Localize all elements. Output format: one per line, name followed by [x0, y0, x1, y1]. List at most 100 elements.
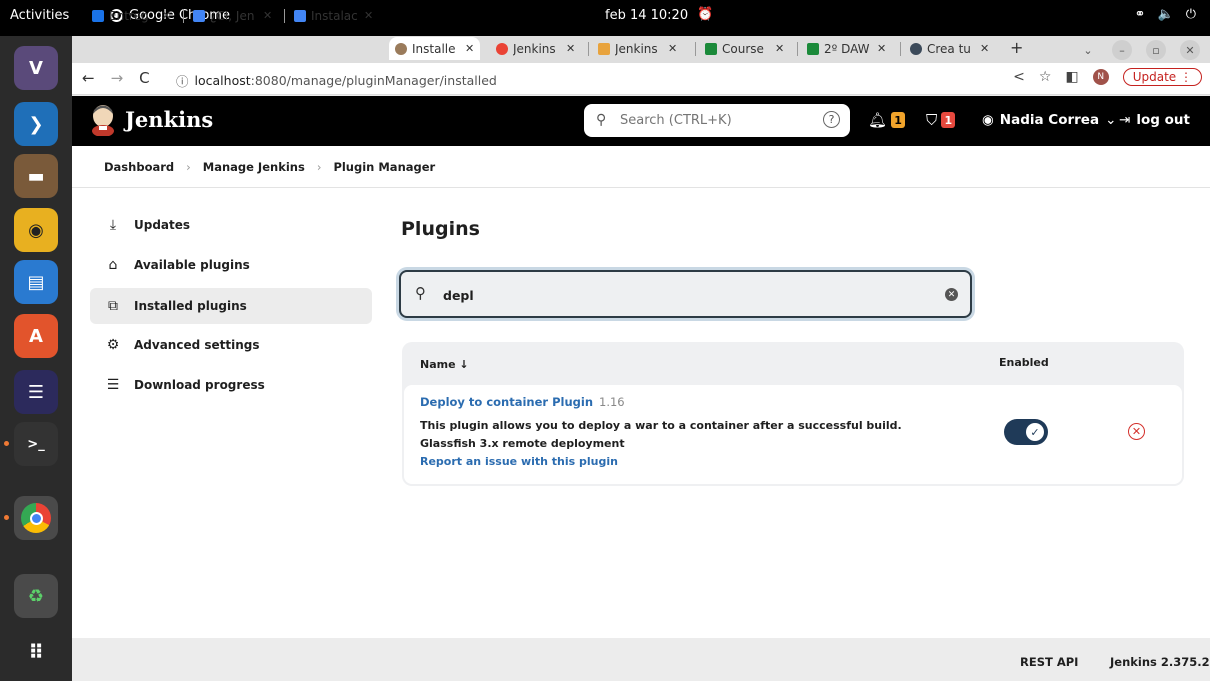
breadcrumb-manage-jenkins[interactable]: Manage Jenkins [203, 160, 305, 174]
tab-search-icon[interactable]: ⌄ [1078, 40, 1098, 60]
tab-favicon-icon [92, 9, 104, 22]
shopping-bag-icon: ⌂ [108, 257, 118, 273]
breadcrumb: Dashboard › Manage Jenkins › Plugin Mana… [72, 146, 1210, 188]
minimize-button[interactable]: – [1112, 40, 1132, 60]
search-input[interactable] [620, 111, 810, 130]
browser-tab[interactable]: Entreg ✕ [86, 4, 177, 27]
close-icon[interactable]: ✕ [465, 42, 474, 55]
grid-icon: ⠿ [28, 640, 44, 664]
page-title: Plugins [401, 218, 480, 240]
rest-api-link[interactable]: REST API [1020, 655, 1078, 669]
close-icon[interactable]: ✕ [364, 9, 373, 22]
network-icon: ⚭ [1134, 7, 1146, 22]
table-row: Deploy to container Plugin 1.16 This plug… [404, 385, 1182, 484]
bookmark-star-icon[interactable]: ☆ [1039, 69, 1052, 85]
jenkins-version-link[interactable]: Jenkins 2.375.2 [1110, 655, 1210, 669]
new-tab-button[interactable]: + [1010, 38, 1023, 57]
close-icon[interactable]: ✕ [775, 42, 784, 55]
tab-favicon-icon [193, 9, 205, 22]
close-icon[interactable]: ✕ [263, 9, 272, 22]
list-icon: ☰ [106, 377, 120, 393]
url-field[interactable]: ⓘ localhost:8080/manage/pluginManager/in… [176, 71, 497, 90]
back-arrow-icon[interactable]: ← [82, 69, 95, 87]
browser-tab[interactable]: 2º DAW ✕ [801, 37, 892, 60]
browser-tab[interactable]: Jenkins ✕ [592, 37, 683, 60]
running-indicator [4, 515, 9, 520]
dock-app-rhythmbox[interactable]: ◉ [14, 208, 58, 252]
tab-favicon-icon [294, 9, 306, 22]
installed-plugins-table: Name ↓ Enabled Deploy to container Plugi… [402, 342, 1184, 486]
sidebar-item-download-progress[interactable]: ☰ Download progress [90, 367, 372, 403]
sidebar-item-updates[interactable]: ⤓ Updates [90, 207, 372, 243]
jenkins-favicon-icon [395, 42, 407, 55]
clock[interactable]: feb 14 10:20 [605, 8, 688, 23]
dock-app-chrome[interactable] [4, 496, 58, 540]
maximize-button[interactable]: ▫ [1146, 40, 1166, 60]
help-icon[interactable]: ? [823, 111, 840, 128]
search-box[interactable]: ⚲ ? [584, 104, 850, 137]
uninstall-button[interactable]: ✕ [1128, 423, 1145, 440]
side-panel-icon[interactable]: ◧ [1065, 69, 1078, 85]
shield-icon: ⛉ [926, 111, 938, 129]
dock-app-terminal[interactable]: >_ [4, 422, 58, 466]
clear-icon[interactable]: ✕ [945, 288, 958, 301]
plugin-enabled-toggle[interactable]: ✓ [1004, 419, 1048, 445]
dock-app-software[interactable]: A [14, 314, 58, 358]
column-header-name[interactable]: Name ↓ [420, 358, 469, 371]
breadcrumb-dashboard[interactable]: Dashboard [104, 160, 174, 174]
dock-app-vpn[interactable]: V [14, 46, 58, 90]
system-tray[interactable]: ⚭ 🔈 ⏻ [1135, 7, 1196, 22]
search-icon: ⚲ [596, 112, 607, 128]
chevron-right-icon: › [316, 159, 322, 174]
browser-tab[interactable]: Crea tu ✕ [904, 37, 1000, 60]
close-icon[interactable]: ✕ [668, 42, 677, 55]
browser-tab[interactable]: Course ✕ [699, 37, 790, 60]
sidebar-item-advanced-settings[interactable]: ⚙ Advanced settings [90, 327, 372, 363]
report-issue-link[interactable]: Report an issue with this plugin [420, 455, 618, 468]
jenkins-logo-icon[interactable] [90, 104, 116, 136]
logout-link[interactable]: ⇥ log out [1119, 112, 1190, 128]
user-icon: ◉ [982, 112, 994, 128]
shield-icon: V [29, 57, 43, 79]
eclipse-icon: ☰ [27, 381, 45, 403]
update-button[interactable]: Update ⋮ [1122, 68, 1202, 86]
plugin-name-link[interactable]: Deploy to container Plugin [420, 395, 593, 409]
terminal-icon: >_ [27, 436, 45, 452]
forward-arrow-icon[interactable]: → [111, 69, 124, 87]
show-apps-button[interactable]: ⠿ [14, 630, 58, 674]
reload-icon[interactable]: C [139, 69, 149, 87]
power-icon: ⏻ [1185, 7, 1196, 22]
dock-app-vscode[interactable]: ❯ [14, 102, 58, 146]
close-icon[interactable]: ✕ [877, 42, 886, 55]
system-top-bar: Activities Google Chrome feb 14 10:20 ⏰ … [0, 0, 1210, 36]
close-icon[interactable]: ✕ [162, 9, 171, 22]
browser-tab-active[interactable]: Installe ✕ [389, 37, 481, 60]
browser-tab[interactable]: ¿CI, Jen ✕ [187, 4, 278, 27]
close-icon[interactable]: ✕ [566, 42, 575, 55]
gear-icon: ⚙ [106, 337, 120, 353]
dock-app-files[interactable]: ▬ [14, 154, 58, 198]
jenkins-brand[interactable]: Jenkins [125, 107, 213, 132]
close-window-button[interactable]: ✕ [1180, 40, 1200, 60]
user-menu[interactable]: ◉ Nadia Correa ⌄ [982, 112, 1116, 128]
security-alerts-button[interactable]: ⛉ 1 [926, 111, 956, 129]
breadcrumb-plugin-manager[interactable]: Plugin Manager [333, 160, 435, 174]
share-icon[interactable]: < [1013, 69, 1025, 85]
plugin-description: This plugin allows you to deploy a war t… [420, 419, 902, 450]
activities-button[interactable]: Activities [10, 8, 69, 23]
browser-tab[interactable]: Jenkins ✕ [490, 37, 581, 60]
sidebar-item-available-plugins[interactable]: ⌂ Available plugins [90, 247, 372, 283]
close-icon[interactable]: ✕ [980, 42, 989, 55]
tab-favicon-icon [807, 42, 819, 55]
tab-favicon-icon [910, 42, 922, 55]
plugin-filter-input[interactable] [443, 285, 903, 305]
plugin-filter-box[interactable]: ⚲ ✕ [399, 270, 972, 318]
browser-tab[interactable]: Instalac ✕ [288, 4, 379, 27]
notifications-button[interactable]: 🔔︎ 1 [868, 111, 906, 129]
profile-avatar[interactable]: N [1092, 69, 1109, 85]
dock-app-trash[interactable]: ♻ [14, 574, 58, 618]
dock-app-eclipse[interactable]: ☰ [14, 370, 58, 414]
plugin-version: 1.16 [599, 395, 625, 409]
dock-app-writer[interactable]: ▤ [14, 260, 58, 304]
sidebar-item-installed-plugins[interactable]: ⧉ Installed plugins [90, 288, 372, 324]
